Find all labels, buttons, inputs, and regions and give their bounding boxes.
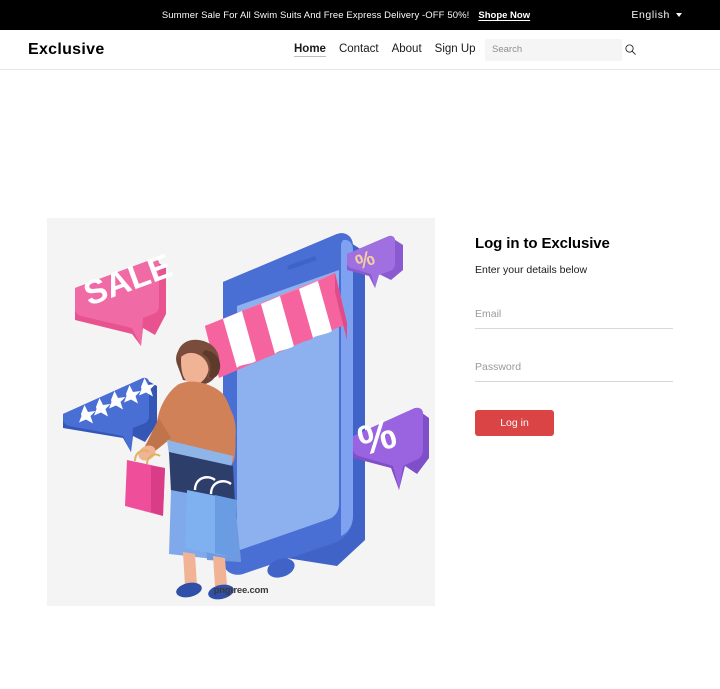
password-field[interactable]: [475, 361, 673, 373]
watermark: pngtree.com: [213, 585, 269, 596]
password-field-wrapper[interactable]: [475, 357, 673, 382]
shop-now-link[interactable]: Shope Now: [478, 10, 530, 21]
login-button[interactable]: Log in: [475, 410, 554, 436]
chevron-down-icon: [676, 12, 682, 17]
email-field-wrapper[interactable]: [475, 304, 673, 329]
login-subtitle: Enter your details below: [475, 264, 588, 276]
search-box[interactable]: [485, 38, 636, 61]
login-title: Log in to Exclusive: [475, 235, 610, 252]
main-navigation: Home Contact About Sign Up: [294, 43, 476, 57]
language-label: English: [631, 9, 670, 21]
email-field[interactable]: [475, 308, 673, 320]
language-selector[interactable]: English: [631, 0, 682, 30]
search-icon[interactable]: [624, 43, 637, 56]
announcement-message: Summer Sale For All Swim Suits And Free …: [161, 9, 470, 21]
nav-item-signup[interactable]: Sign Up: [435, 43, 476, 55]
nav-item-about[interactable]: About: [392, 43, 422, 55]
login-form: Log in to Exclusive Enter your details b…: [475, 235, 675, 436]
announcement-content: Summer Sale For All Swim Suits And Free …: [162, 10, 530, 21]
logo[interactable]: Exclusive: [28, 41, 105, 59]
nav-item-contact[interactable]: Contact: [339, 43, 379, 55]
hero-illustration: SALE % % pngtree.com: [47, 218, 435, 606]
announcement-bar: Summer Sale For All Swim Suits And Free …: [0, 0, 720, 30]
nav-item-home[interactable]: Home: [294, 43, 326, 57]
shopping-illustration-svg: SALE % %: [47, 218, 435, 606]
phone-illustration: [223, 233, 365, 578]
main-content: SALE % % pngtree.com Log in to Exclusive…: [0, 70, 720, 689]
site-header: Exclusive Home Contact About Sign Up: [0, 30, 720, 70]
search-input[interactable]: [492, 44, 624, 55]
